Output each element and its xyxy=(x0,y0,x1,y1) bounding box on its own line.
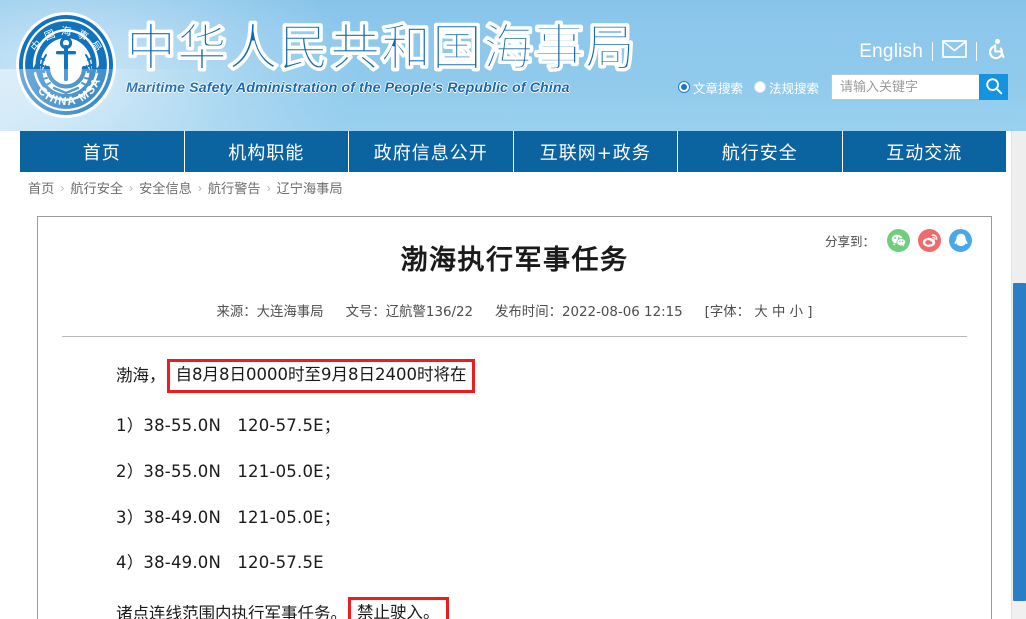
envelope-icon[interactable] xyxy=(942,40,967,63)
wechat-icon[interactable] xyxy=(887,229,910,252)
search-input[interactable] xyxy=(831,74,979,100)
article-meta: 来源：大连海事局 文号：辽航警136/22 发布时间：2022-08-06 12:1… xyxy=(38,300,991,320)
font-size-small-button[interactable]: 小 xyxy=(790,305,803,320)
china-msa-logo[interactable]: 中国海事局 CHINA MSA xyxy=(14,11,118,119)
search-scope-radio-group: 文章搜索 法规搜索 xyxy=(677,78,819,97)
meta-pubtime-value: 2022-08-06 12:15 xyxy=(561,305,683,321)
font-size-medium-button[interactable]: 中 xyxy=(772,305,785,320)
breadcrumb-item-nav-warning[interactable]: 航行警告 xyxy=(208,178,261,197)
meta-fontsize-open: [字体： xyxy=(704,305,751,321)
search-button[interactable] xyxy=(979,74,1008,100)
header-utility-bar: English xyxy=(859,38,1008,65)
utility-divider-1 xyxy=(932,42,933,61)
breadcrumb-item-liaoning-msa[interactable]: 辽宁海事局 xyxy=(277,178,343,197)
main-navigation: 首页 机构职能 政府信息公开 互联网+政务 航行安全 互动交流 xyxy=(20,131,1006,172)
meta-docno-label: 文号： xyxy=(345,305,386,321)
share-label: 分享到： xyxy=(824,234,875,249)
page-root: 中国海事局 CHINA MSA 中华人民共和国海事局 Maritime Safe… xyxy=(0,0,1026,619)
site-title-en: Maritime Safety Administration of the Pe… xyxy=(126,80,570,96)
highlight-box-time-range: 自8月8日0000时至9月8日2400时将在 xyxy=(166,359,476,394)
weibo-icon[interactable] xyxy=(918,229,941,252)
radio-regulation-label: 法规搜索 xyxy=(768,80,819,96)
qq-icon[interactable] xyxy=(949,229,972,252)
breadcrumb-separator: › xyxy=(60,180,65,195)
english-link[interactable]: English xyxy=(859,41,923,63)
coordinate-line-4: 4）38-49.0N 120-57.5E xyxy=(116,553,324,573)
radio-regulation-dot[interactable] xyxy=(753,81,766,93)
coordinate-line-3: 3）38-49.0N 121-05.0E； xyxy=(116,507,341,527)
nav-item-home[interactable]: 首页 xyxy=(20,131,185,172)
breadcrumb-item-home[interactable]: 首页 xyxy=(28,178,54,197)
coordinate-line-1: 1）38-55.0N 120-57.5E； xyxy=(116,416,341,436)
breadcrumb-separator: › xyxy=(197,180,202,195)
coordinate-line-2: 2）38-55.0N 121-05.0E； xyxy=(116,461,341,481)
nav-item-interaction[interactable]: 互动交流 xyxy=(843,131,1007,172)
page-scrollbar[interactable] xyxy=(1011,131,1026,619)
meta-source-label: 来源： xyxy=(216,305,257,321)
font-size-large-button[interactable]: 大 xyxy=(754,305,767,320)
meta-docno-value: 辽航警136/22 xyxy=(385,305,474,321)
site-banner: 中国海事局 CHINA MSA 中华人民共和国海事局 Maritime Safe… xyxy=(0,0,1026,131)
radio-article-dot[interactable] xyxy=(677,81,690,93)
radio-regulation-search[interactable]: 法规搜索 xyxy=(753,78,819,97)
radio-article-label: 文章搜索 xyxy=(692,80,743,96)
highlight-box-no-entry: 禁止驶入。 xyxy=(348,597,449,619)
closing-prefix-text: 诸点连线范围内执行军事任务。 xyxy=(116,603,347,619)
intro-prefix-text: 渤海， xyxy=(116,365,166,385)
nav-item-internet-gov[interactable]: 互联网+政务 xyxy=(514,131,678,172)
article-divider xyxy=(62,336,967,338)
radio-article-search[interactable]: 文章搜索 xyxy=(677,78,743,97)
utility-divider-2 xyxy=(976,42,977,61)
breadcrumb-separator: › xyxy=(266,180,271,195)
meta-source-value: 大连海事局 xyxy=(256,305,324,321)
breadcrumb-item-safety-info[interactable]: 安全信息 xyxy=(139,178,192,197)
search-icon xyxy=(985,77,1003,98)
breadcrumb-item-nav-safety[interactable]: 航行安全 xyxy=(70,178,123,197)
breadcrumb: 首页 › 航行安全 › 安全信息 › 航行警告 › 辽宁海事局 xyxy=(0,172,1026,203)
nav-item-functions[interactable]: 机构职能 xyxy=(185,131,349,172)
site-title-cn: 中华人民共和国海事局 xyxy=(126,19,636,77)
article-card: 分享到： 渤海执行军事任务 来源：大连海事局 文号：辽航警136/22 发布时间… xyxy=(37,216,992,619)
header-search-bar: 文章搜索 法规搜索 xyxy=(677,74,1008,100)
article-paragraph-intro: 渤海， 自8月8日0000时至9月8日2400时将在 xyxy=(116,359,991,394)
wheelchair-icon[interactable] xyxy=(986,38,1008,65)
breadcrumb-separator: › xyxy=(129,180,134,195)
nav-item-gov-disclosure[interactable]: 政府信息公开 xyxy=(349,131,514,172)
site-title-block: 中华人民共和国海事局 Maritime Safety Administratio… xyxy=(126,19,656,97)
article-body: 渤海， 自8月8日0000时至9月8日2400时将在 1）38-55.0N 120… xyxy=(38,359,991,619)
meta-pubtime-label: 发布时间： xyxy=(495,305,562,321)
meta-fontsize-close: ] xyxy=(807,305,813,321)
scrollbar-track[interactable] xyxy=(1013,131,1026,283)
share-bar: 分享到： xyxy=(825,229,972,252)
nav-item-navigation-safety[interactable]: 航行安全 xyxy=(678,131,843,172)
article-paragraph-closing: 诸点连线范围内执行军事任务。 禁止驶入。 xyxy=(116,597,991,619)
scrollbar-thumb[interactable] xyxy=(1013,283,1026,601)
